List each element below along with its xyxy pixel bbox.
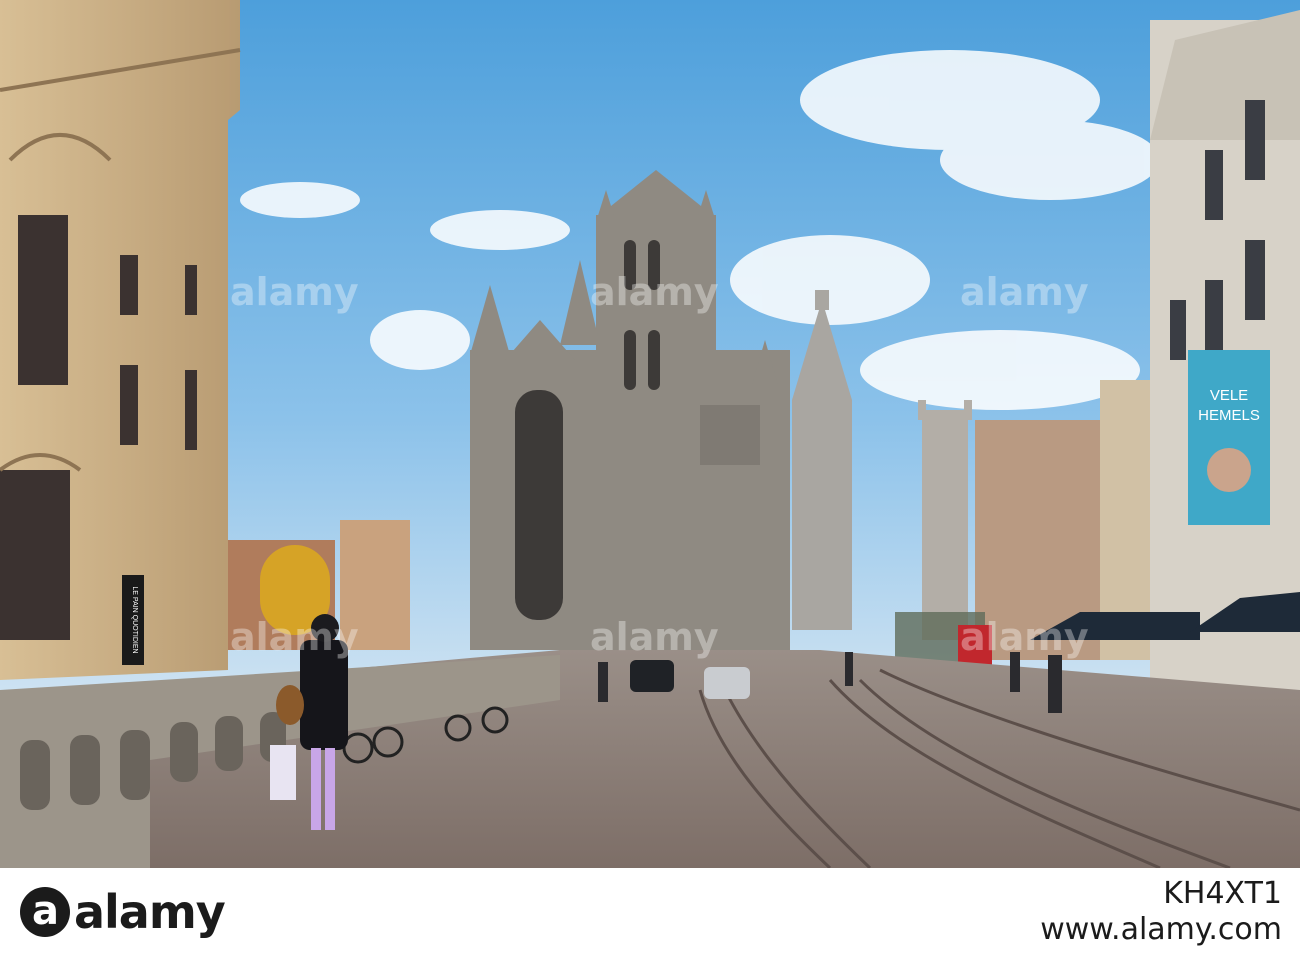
image-id: KH4XT1 <box>1163 876 1282 911</box>
stock-footer: a alamy KH4XT1 www.alamy.com <box>0 868 1300 956</box>
billboard: VELE HEMELS <box>1188 350 1270 525</box>
photo: VELE HEMELS LE PAIN QUOTIDIEN alamy alam… <box>0 0 1300 868</box>
svg-text:alamy: alamy <box>590 615 719 659</box>
cathedral-tower-distant <box>918 400 972 640</box>
svg-text:alamy: alamy <box>590 270 719 314</box>
stock-meta: KH4XT1 www.alamy.com <box>1040 876 1282 948</box>
billboard-text-1: VELE <box>1210 387 1248 404</box>
alamy-logo-text: alamy <box>74 885 226 939</box>
svg-text:alamy: alamy <box>960 270 1089 314</box>
site-url[interactable]: www.alamy.com <box>1040 912 1282 948</box>
billboard-text-2: HEMELS <box>1198 407 1260 424</box>
alamy-logo-mark-icon: a <box>20 887 70 937</box>
shop-sign-text: LE PAIN QUOTIDIEN <box>131 586 138 653</box>
svg-text:alamy: alamy <box>230 615 359 659</box>
svg-text:alamy: alamy <box>960 615 1089 659</box>
svg-text:alamy: alamy <box>230 270 359 314</box>
alamy-logo[interactable]: a alamy <box>20 885 226 939</box>
